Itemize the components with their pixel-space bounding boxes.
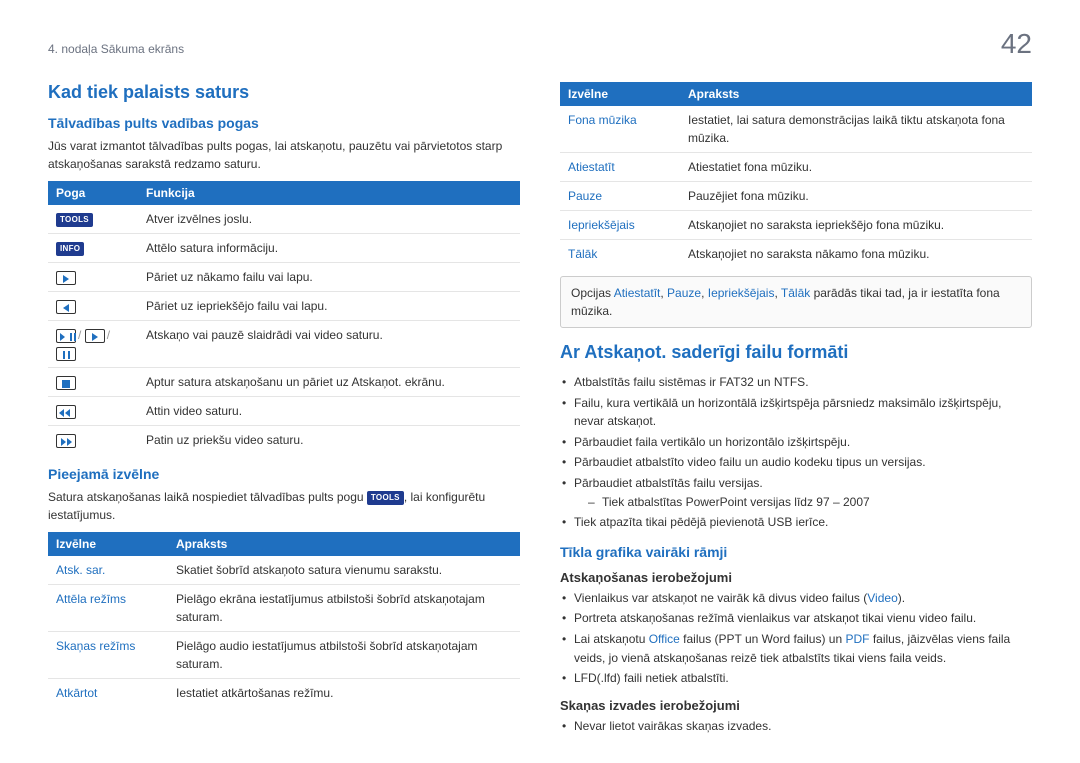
button-function-table: Poga Funkcija TOOLS Atver izvēlnes joslu…	[48, 181, 520, 454]
table-row: Atsk. sar.Skatiet šobrīd atskaņoto satur…	[48, 556, 520, 585]
sub-list: Tiek atbalstītas PowerPoint versijas līd…	[574, 493, 1032, 512]
page-header: 4. nodaļa Sākuma ekrāns 42	[48, 28, 1032, 60]
menu-desc: Pielāgo ekrāna iestatījumus atbilstoši š…	[168, 585, 520, 632]
table-row: INFO Attēlo satura informāciju.	[48, 234, 520, 263]
table-row: Fona mūzikaIestatiet, lai satura demonst…	[560, 106, 1032, 153]
fn-cell: Attin video saturu.	[138, 397, 520, 426]
fn-cell: Pāriet uz iepriekšējo failu vai lapu.	[138, 292, 520, 321]
note-box: Opcijas Atiestatīt, Pauze, Iepriekšējais…	[560, 276, 1032, 328]
remote-intro: Jūs varat izmantot tālvadības pults poga…	[48, 137, 520, 173]
menu-name: Atiestatīt	[560, 153, 680, 182]
pause-icon	[56, 347, 76, 361]
table-row: TālākAtskaņojiet no saraksta nākamo fona…	[560, 240, 1032, 269]
menu-desc: Atskaņojiet no saraksta iepriekšējo fona…	[680, 211, 1032, 240]
th-desc: Apraksts	[168, 532, 520, 556]
fn-cell: Attēlo satura informāciju.	[138, 234, 520, 263]
heading-compat-formats: Ar Atskaņot. saderīgi failu formāti	[560, 342, 1032, 363]
table-row: TOOLS Atver izvēlnes joslu.	[48, 205, 520, 234]
left-column: Kad tiek palaists saturs Tālvadības pult…	[48, 82, 520, 743]
menu-desc: Pauzējiet fona mūziku.	[680, 182, 1032, 211]
tools-badge-icon: TOOLS	[56, 213, 93, 227]
content-columns: Kad tiek palaists saturs Tālvadības pult…	[48, 82, 1032, 743]
table-row: Attin video saturu.	[48, 397, 520, 426]
menu-name: Skaņas režīms	[48, 632, 168, 679]
info-badge-icon: INFO	[56, 242, 84, 256]
sound-limits-bullets: Nevar lietot vairākas skaņas izvades.	[560, 717, 1032, 736]
play-pause-combo-icon	[56, 329, 76, 343]
menu-desc: Skatiet šobrīd atskaņoto satura vienumu …	[168, 556, 520, 585]
table-row: Pāriet uz iepriekšējo failu vai lapu.	[48, 292, 520, 321]
page-number: 42	[1001, 28, 1032, 60]
list-item: Vienlaikus var atskaņot ne vairāk kā div…	[560, 589, 1032, 608]
stop-icon	[56, 376, 76, 390]
list-item: Pārbaudiet atbalstītās failu versijas. T…	[560, 474, 1032, 511]
heading-remote-buttons: Tālvadības pults vadības pogas	[48, 115, 520, 131]
chapter-label: 4. nodaļa Sākuma ekrāns	[48, 42, 184, 56]
table-row: Skaņas režīmsPielāgo audio iestatījumus …	[48, 632, 520, 679]
heading-play-limits: Atskaņošanas ierobežojumi	[560, 570, 1032, 585]
menu-name: Tālāk	[560, 240, 680, 269]
list-item: Portreta atskaņošanas režīmā vienlaikus …	[560, 609, 1032, 628]
menu-desc: Iestatiet atkārtošanas režīmu.	[168, 679, 520, 708]
list-item: Atbalstītās failu sistēmas ir FAT32 un N…	[560, 373, 1032, 392]
menu-name: Attēla režīms	[48, 585, 168, 632]
th-button: Poga	[48, 181, 138, 205]
table-row: / / Atskaņo vai pauzē slaidrādi vai vide…	[48, 321, 520, 368]
menu-name: Atsk. sar.	[48, 556, 168, 585]
list-item: Nevar lietot vairākas skaņas izvades.	[560, 717, 1032, 736]
table-row: PauzePauzējiet fona mūziku.	[560, 182, 1032, 211]
right-column: Izvēlne Apraksts Fona mūzikaIestatiet, l…	[560, 82, 1032, 743]
heading-when-playing: Kad tiek palaists saturs	[48, 82, 520, 103]
list-item: LFD(.lfd) faili netiek atbalstīti.	[560, 669, 1032, 688]
table-row: AtiestatītAtiestatiet fona mūziku.	[560, 153, 1032, 182]
menu-desc: Iestatiet, lai satura demonstrācijas lai…	[680, 106, 1032, 153]
menu-intro: Satura atskaņošanas laikā nospiediet tāl…	[48, 488, 520, 524]
fn-cell: Pāriet uz nākamo failu vai lapu.	[138, 263, 520, 292]
list-item: Lai atskaņotu Office failus (PPT un Word…	[560, 630, 1032, 667]
table-row: IepriekšējaisAtskaņojiet no saraksta iep…	[560, 211, 1032, 240]
fn-cell: Atver izvēlnes joslu.	[138, 205, 520, 234]
rewind-icon	[56, 405, 76, 419]
menu-table-left: Izvēlne Apraksts Atsk. sar.Skatiet šobrī…	[48, 532, 520, 707]
th-menu: Izvēlne	[560, 82, 680, 106]
menu-name: Pauze	[560, 182, 680, 211]
table-row: AtkārtotIestatiet atkārtošanas režīmu.	[48, 679, 520, 708]
tools-badge-icon: TOOLS	[367, 491, 404, 505]
menu-table-right: Izvēlne Apraksts Fona mūzikaIestatiet, l…	[560, 82, 1032, 268]
heading-sound-limits: Skaņas izvades ierobežojumi	[560, 698, 1032, 713]
menu-name: Atkārtot	[48, 679, 168, 708]
menu-name: Iepriekšējais	[560, 211, 680, 240]
table-row: Patin uz priekšu video saturu.	[48, 426, 520, 455]
next-icon	[56, 271, 76, 285]
heading-available-menu: Pieejamā izvēlne	[48, 466, 520, 482]
menu-desc: Atiestatiet fona mūziku.	[680, 153, 1032, 182]
th-function: Funkcija	[138, 181, 520, 205]
th-desc: Apraksts	[680, 82, 1032, 106]
play-limits-bullets: Vienlaikus var atskaņot ne vairāk kā div…	[560, 589, 1032, 688]
play-icon	[85, 329, 105, 343]
heading-multi-frames: Tīkla grafika vairāki rāmji	[560, 544, 1032, 560]
th-menu: Izvēlne	[48, 532, 168, 556]
prev-icon	[56, 300, 76, 314]
list-item: Pārbaudiet faila vertikālo un horizontāl…	[560, 433, 1032, 452]
fn-cell: Atskaņo vai pauzē slaidrādi vai video sa…	[138, 321, 520, 368]
list-item: Tiek atpazīta tikai pēdējā pievienotā US…	[560, 513, 1032, 532]
list-item: Pārbaudiet atbalstīto video failu un aud…	[560, 453, 1032, 472]
table-row: Aptur satura atskaņošanu un pāriet uz At…	[48, 368, 520, 397]
menu-desc: Atskaņojiet no saraksta nākamo fona mūzi…	[680, 240, 1032, 269]
table-row: Attēla režīmsPielāgo ekrāna iestatījumus…	[48, 585, 520, 632]
list-item: Failu, kura vertikālā un horizontālā izš…	[560, 394, 1032, 431]
list-item: Tiek atbalstītas PowerPoint versijas līd…	[588, 493, 1032, 512]
compat-bullets: Atbalstītās failu sistēmas ir FAT32 un N…	[560, 373, 1032, 532]
fn-cell: Aptur satura atskaņošanu un pāriet uz At…	[138, 368, 520, 397]
fast-forward-icon	[56, 434, 76, 448]
fn-cell: Patin uz priekšu video saturu.	[138, 426, 520, 455]
menu-name: Fona mūzika	[560, 106, 680, 153]
menu-desc: Pielāgo audio iestatījumus atbilstoši šo…	[168, 632, 520, 679]
table-row: Pāriet uz nākamo failu vai lapu.	[48, 263, 520, 292]
